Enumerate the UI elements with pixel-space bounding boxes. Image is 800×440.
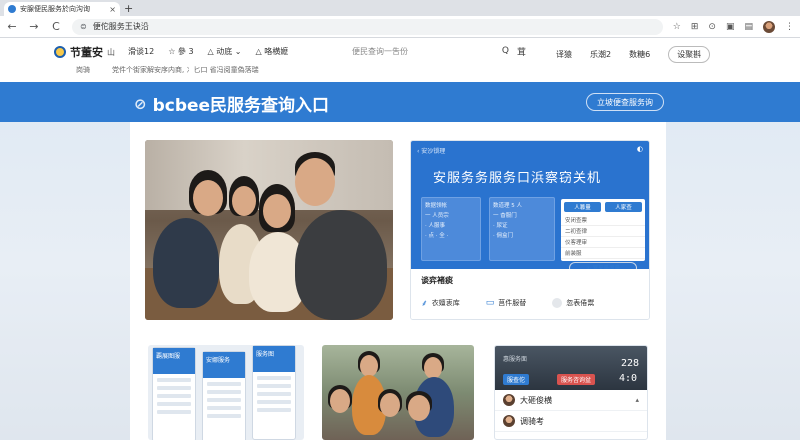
action-item[interactable]: ▭ 莒件服替 (486, 298, 527, 308)
avatar (503, 415, 515, 427)
app-preview-card[interactable]: ‹ 安沙锁理 ◐ 安服务务服务口浜察窃关机 数据领帐 一 人员宗 · 人服事 ·… (410, 140, 650, 320)
site-logo[interactable]: 节董安 山 (54, 44, 115, 60)
history-icon[interactable]: ⊙ (708, 22, 716, 32)
banner-title-text: bcbee民服务查询入口 (152, 96, 330, 116)
close-icon[interactable]: × (109, 5, 116, 14)
search-box[interactable]: 便民查询一吿份 Q 茸 (346, 43, 532, 59)
download-icon[interactable]: ▤ (744, 22, 753, 32)
forward-button[interactable]: → (28, 20, 40, 33)
app-tile: 数道理 5 人 一 杳服门 · 尿证 · 佣盒门 (489, 197, 555, 261)
address-bar[interactable]: ⊜ 便佗服务王诀沿 (72, 18, 663, 35)
group-photo[interactable] (322, 345, 474, 440)
app-button: 人家查 (605, 202, 642, 212)
service-tag: 服务咨询盆 (557, 374, 596, 385)
site-info-icon[interactable]: ⊜ (80, 22, 87, 31)
nav-item[interactable]: ☆ 參 3 (168, 46, 193, 57)
hero-banner: ⊘ bcbee民服务查询入口 立坡便查服务询 (0, 82, 800, 122)
header-action-button[interactable]: 设聚斟 (668, 46, 711, 63)
family-photo (145, 140, 393, 320)
app-button: 人篡量 (564, 202, 601, 212)
browser-tabstrip: 安腺便民服务於向沟询 × + (0, 0, 800, 16)
stat-value: 228 (620, 358, 639, 369)
site-header: 节董安 山 滑谈12 ☆ 參 3 △ 动底 ⌄ △ 咯横嬷 岗骑 党件个街家解安… (0, 38, 800, 82)
back-button[interactable]: ← (6, 20, 18, 33)
chat-icon: ▭ (485, 297, 495, 308)
site-favicon-icon (8, 5, 16, 13)
address-text: 便佗服务王诀沿 (92, 22, 149, 31)
new-tab-button[interactable]: + (124, 2, 133, 15)
header-link[interactable]: 乐潮2 (590, 49, 611, 60)
search-icon[interactable]: Q (502, 46, 509, 56)
extensions-icon[interactable]: ⊞ (691, 22, 699, 32)
sub-nav: 岗骑 党件个街家解安序内商, 冫匕口 省冯阅童偽落瑞 (76, 65, 259, 75)
nav-item[interactable]: 滑谈12 (128, 46, 154, 57)
app-back-label: ‹ 安沙锁理 (417, 148, 446, 155)
avatar (503, 394, 515, 406)
nav-item[interactable]: △ 动底 ⌄ (208, 46, 242, 57)
chevron-up-icon[interactable]: ▴ (635, 396, 639, 404)
list-item[interactable]: 调骑考 (495, 411, 647, 432)
logo-emblem-icon (54, 46, 66, 58)
action-item[interactable]: 忽表倦鬻 (552, 297, 594, 308)
browser-tab[interactable]: 安腺便民服务於向沟询 × (4, 2, 120, 16)
service-card-header: 惠服务面 服查佗 服务咨询盆 228 4:0 (495, 346, 647, 390)
bookmark-star-icon[interactable]: ☆ (673, 22, 681, 32)
reload-button[interactable]: C (50, 20, 62, 33)
list-item[interactable]: 大砸俊横 ▴ (495, 390, 647, 411)
filter-icon[interactable]: 茸 (517, 45, 526, 58)
app-title: 安服务务服务口浜察窃关机 (433, 171, 602, 186)
subnav-item[interactable]: 党件个街家解安序内商, 冫匕口 省冯阅童偽落瑞 (112, 65, 259, 75)
search-input[interactable]: 便民查询一吿份 (352, 46, 502, 57)
phone-mockup: 服务图 (252, 345, 296, 440)
phone-mockup: 安娜服务 (202, 351, 246, 440)
tab-title: 安腺便民服务於向沟询 (20, 5, 90, 13)
subnav-item[interactable]: 岗骑 (76, 65, 90, 75)
logo-text: 节董安 (70, 46, 103, 59)
logo-badge: 山 (107, 47, 115, 57)
service-tag: 服查佗 (503, 374, 530, 385)
nav-item[interactable]: △ 咯横嬷 (256, 46, 289, 57)
header-links: 译猿 乐潮2 数糖6 设聚斟 (556, 46, 711, 63)
app-side-panel: 人篡量 人家查 安闭查票 二初查律 仪客理审 前装服 ④ 室来量席量 (561, 199, 645, 274)
header-link[interactable]: 数糖6 (629, 49, 650, 60)
circle-icon (552, 297, 563, 308)
stat-value: 4:0 (618, 373, 637, 384)
browser-toolbar: ← → C ⊜ 便佗服务王诀沿 ☆ ⊞ ⊙ ▣ ▤ ⋮ (0, 16, 800, 38)
profile-avatar[interactable] (763, 20, 775, 33)
leaf-icon: ⸙ (421, 299, 428, 309)
card-heading: 谈弈褚痰 (421, 276, 453, 285)
menu-icon[interactable]: ⋮ (785, 22, 794, 32)
mobile-screens-card[interactable]: 覇展图服 安娜服务 服务图 (148, 345, 304, 440)
app-card-footer: 谈弈褚痰 ⸙ 衣嬗衷库 ▭ 莒件服替 忽表倦鬻 (411, 269, 649, 319)
service-logo-icon: ⊘ (134, 94, 147, 113)
app-settings-icon: ◐ (636, 145, 643, 153)
phone-mockup: 覇展图服 (152, 347, 196, 440)
app-tile: 数据领帐 一 人员宗 · 人服事 · 点 · 全 · (421, 197, 481, 261)
banner-cta-button[interactable]: 立坡便查服务询 (586, 93, 664, 111)
main-nav: 滑谈12 ☆ 參 3 △ 动底 ⌄ △ 咯横嬷 (128, 46, 288, 57)
banner-title: ⊘ bcbee民服务查询入口 (134, 91, 330, 117)
action-item[interactable]: ⸙ 衣嬗衷库 (421, 296, 460, 310)
service-info-card[interactable]: 惠服务面 服查佗 服务咨询盆 228 4:0 大砸俊横 ▴ 调骑考 (494, 345, 648, 440)
app-screen: ‹ 安沙锁理 ◐ 安服务务服务口浜察窃关机 数据领帐 一 人员宗 · 人服事 ·… (411, 141, 649, 274)
sidebar-icon[interactable]: ▣ (726, 22, 735, 32)
header-link[interactable]: 译猿 (556, 49, 572, 60)
